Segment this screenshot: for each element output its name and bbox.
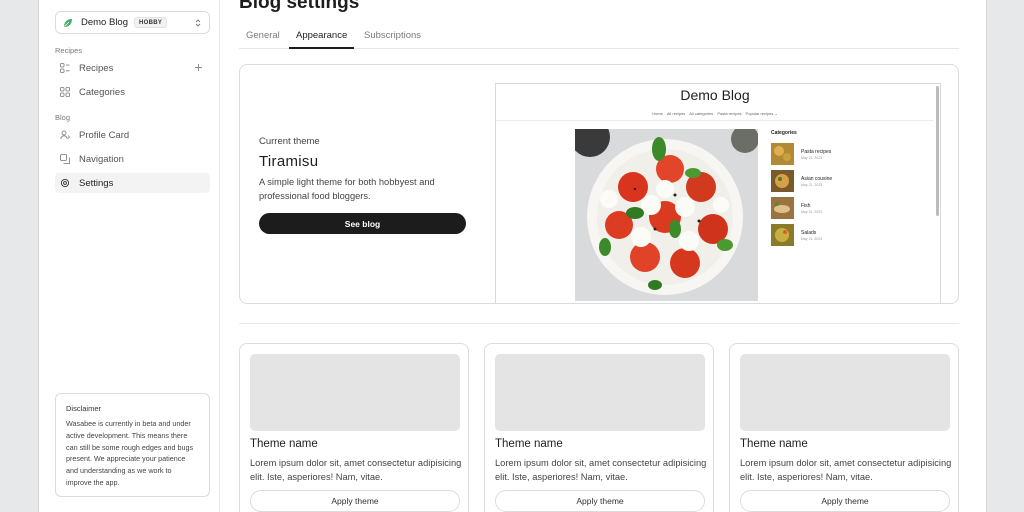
sidebar-item-label: Navigation [79,153,124,165]
sidebar-item-label: Settings [79,177,114,189]
preview-category-date: May 21, 2023 [801,210,823,214]
preview-nav-item: All categories [689,111,714,116]
settings-tabs: General Appearance Subscriptions [239,26,959,49]
recipes-icon [60,63,70,73]
apply-theme-button[interactable]: Apply theme [250,490,460,512]
current-theme-name: Tiramisu [259,153,319,170]
disclaimer-title: Disclaimer [66,404,102,413]
blog-name: Demo Blog [81,17,128,28]
preview-divider [496,120,934,121]
theme-description: Lorem ipsum dolor sit, amet consectetur … [740,458,952,482]
theme-name: Theme name [740,438,808,450]
fish-thumbnail-icon [771,197,794,219]
sidebar-item-categories[interactable]: Categories [55,82,210,102]
user-icon [60,130,70,140]
theme-card: Theme name Lorem ipsum dolor sit, amet c… [239,343,469,512]
preview-nav-item: Home [652,111,663,116]
preview-category-item: Fish May 21, 2023 [771,197,871,219]
preview-category-item: Pasta recipes May 21, 2023 [771,143,871,165]
preview-category-date: May 21, 2023 [801,237,823,241]
plan-badge: HOBBY [134,17,168,28]
section-label-recipes: Recipes [55,46,83,55]
sidebar: Demo Blog HOBBY Recipes Recipes Categori… [46,0,220,512]
sidebar-item-label: Recipes [79,62,114,74]
pasta-thumbnail-icon [771,143,794,165]
grid-icon [60,87,70,97]
theme-thumbnail-placeholder [250,354,460,431]
preview-category-date: May 21, 2023 [801,156,823,160]
layers-icon [60,154,70,164]
preview-category-name: Asian cousine [801,176,833,182]
leaf-logo-icon [64,18,72,27]
preview-categories-heading: Categories [771,130,797,136]
preview-category-date: May 21, 2023 [801,183,823,187]
preview-nav: Home All recipes All categories Pasta re… [496,111,934,116]
disclaimer-card: Disclaimer Wasabee is currently in beta … [55,393,210,497]
theme-description: Lorem ipsum dolor sit, amet consectetur … [250,458,462,482]
see-blog-button[interactable]: See blog [259,213,466,234]
sidebar-item-profile-card[interactable]: Profile Card [55,125,210,145]
theme-card: Theme name Lorem ipsum dolor sit, amet c… [484,343,714,512]
asian-dish-thumbnail-icon [771,170,794,192]
preview-nav-item: All recipes [666,111,686,116]
sidebar-item-label: Profile Card [79,129,130,141]
current-theme-card: Current theme Tiramisu A simple light th… [239,64,959,304]
sidebar-item-label: Categories [79,86,125,98]
page-title: Blog settings [239,0,360,13]
preview-category-name: Pasta recipes [801,149,832,155]
theme-name: Theme name [495,438,563,450]
tab-general[interactable]: General [246,30,280,49]
preview-category-item: Salads May 21, 2023 [771,224,871,246]
theme-card: Theme name Lorem ipsum dolor sit, amet c… [729,343,959,512]
theme-thumbnail-placeholder [740,354,950,431]
preview-category-item: Asian cousine May 21, 2023 [771,170,871,192]
caprese-salad-image [575,129,758,301]
sidebar-item-settings[interactable]: Settings [55,173,210,193]
add-recipe-icon[interactable] [194,63,203,72]
tab-subscriptions[interactable]: Subscriptions [364,30,421,49]
blog-switcher[interactable]: Demo Blog HOBBY [55,11,210,34]
preview-category-name: Fish [801,203,811,209]
preview-blog-title: Demo Blog [680,87,750,103]
current-theme-description: A simple light theme for both hobbyest a… [259,177,435,201]
sidebar-item-recipes[interactable]: Recipes [55,58,210,78]
section-divider [239,323,959,324]
section-label-blog: Blog [55,113,71,122]
preview-nav-item: Popular recipes ⌄ [745,111,778,116]
preview-category-name: Salads [801,230,817,236]
salad-thumbnail-icon [771,224,794,246]
preview-nav-item: Pasta recipes [717,111,742,116]
apply-theme-button[interactable]: Apply theme [495,490,705,512]
preview-scrollbar [936,86,939,216]
apply-theme-button[interactable]: Apply theme [740,490,950,512]
disclaimer-body: Wasabee is currently in beta and under a… [66,419,194,487]
chevron-up-down-icon [195,18,201,27]
theme-thumbnail-placeholder [495,354,705,431]
theme-preview: Demo Blog Home All recipes All categorie… [495,83,941,303]
theme-description: Lorem ipsum dolor sit, amet consectetur … [495,458,707,482]
sidebar-item-navigation[interactable]: Navigation [55,149,210,169]
tab-appearance[interactable]: Appearance [289,30,355,49]
gear-icon [60,178,70,188]
current-theme-label: Current theme [259,136,320,147]
theme-name: Theme name [250,438,318,450]
